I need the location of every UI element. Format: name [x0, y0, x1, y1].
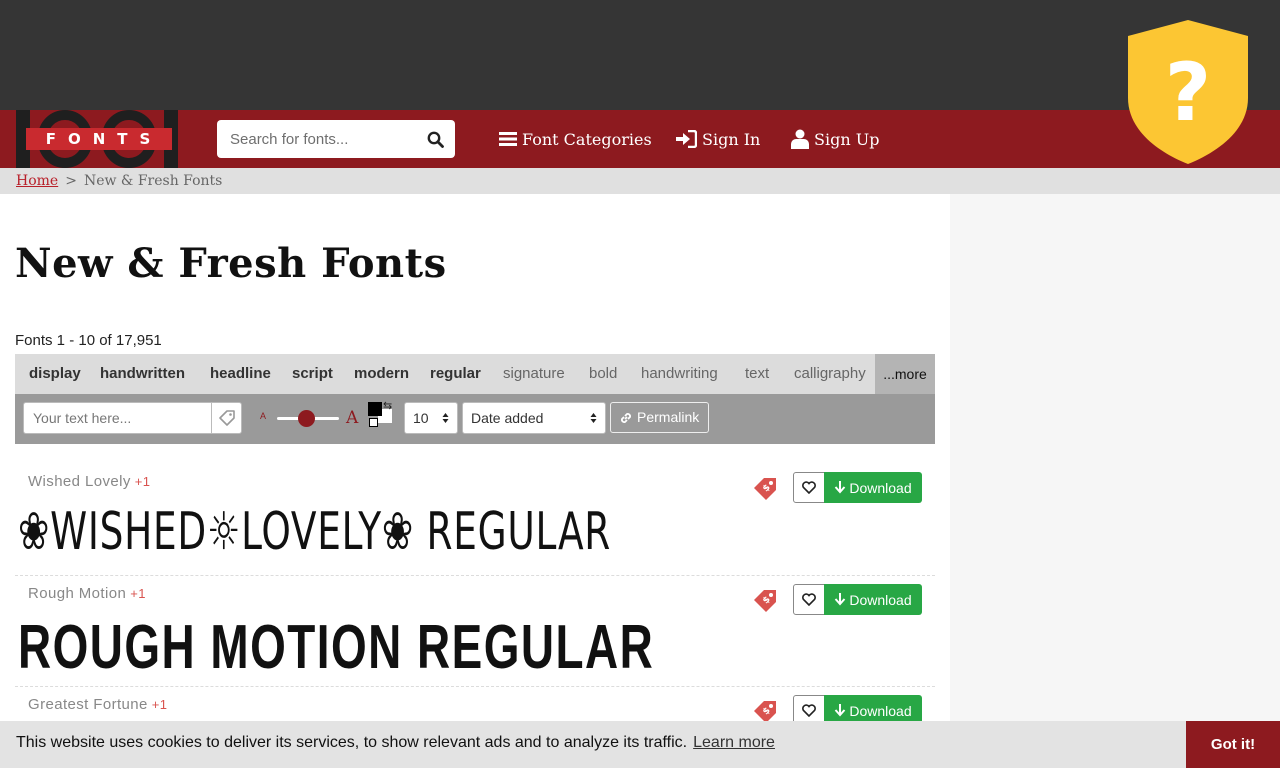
breadcrumb-separator: >	[65, 173, 77, 189]
breadcrumb: Home > New & Fresh Fonts	[0, 168, 1280, 194]
breadcrumb-home[interactable]: Home	[16, 173, 58, 189]
breadcrumb-current: New & Fresh Fonts	[83, 173, 223, 189]
tag-calligraphy[interactable]: calligraphy	[794, 354, 866, 394]
nav-sign-in-label: Sign In	[702, 129, 761, 149]
nav-font-categories-label: Font Categories	[522, 129, 652, 149]
logo-word: FONTS	[45, 130, 163, 148]
shield-glyph: ?	[1165, 46, 1211, 139]
favorite-button[interactable]	[793, 472, 825, 503]
download-label: Download	[849, 702, 912, 719]
tag-handwritten[interactable]: handwritten	[100, 354, 185, 394]
tags-more-button[interactable]: ...more	[875, 354, 935, 394]
cookie-learn-more-link[interactable]: Learn more	[693, 734, 775, 751]
tag-headline[interactable]: headline	[210, 354, 271, 394]
reset-colors-icon[interactable]	[369, 418, 378, 427]
nav-sign-up[interactable]: Sign Up	[791, 126, 879, 152]
per-page-select[interactable]: 10	[404, 402, 458, 434]
swap-colors-icon[interactable]: ⇆	[383, 399, 392, 412]
font-preview[interactable]: ROUGH MOTION REGULAR	[18, 612, 654, 683]
nav-sign-up-label: Sign Up	[814, 129, 880, 149]
menu-icon	[499, 132, 517, 146]
heart-icon	[802, 481, 816, 494]
cookie-banner: This website uses cookies to deliver its…	[0, 721, 1280, 768]
select-arrows-icon	[590, 413, 597, 423]
cookie-message: This website uses cookies to deliver its…	[16, 734, 775, 752]
download-icon	[835, 481, 846, 494]
shield-icon[interactable]: ?	[1126, 18, 1250, 166]
tag-modern[interactable]: modern	[354, 354, 409, 394]
per-page-value: 10	[413, 410, 429, 426]
download-label: Download	[849, 591, 912, 608]
nav-sign-in[interactable]: Sign In	[676, 126, 760, 152]
cookie-message-text: This website uses cookies to deliver its…	[16, 734, 688, 751]
sort-select[interactable]: Date added	[462, 402, 606, 434]
size-small-label: A	[260, 411, 267, 421]
download-button[interactable]: Download	[824, 472, 922, 503]
tag-text[interactable]: text	[745, 354, 769, 394]
page-title: New & Fresh Fonts	[15, 240, 447, 287]
download-label: Download	[849, 479, 912, 496]
nav-font-categories[interactable]: Font Categories	[499, 126, 652, 152]
font-name[interactable]: Greatest Fortune +1	[28, 696, 167, 713]
tags-icon	[218, 410, 235, 426]
tag-signature[interactable]: signature	[503, 354, 565, 394]
sign-in-icon	[676, 130, 697, 148]
tag-display[interactable]: display	[29, 354, 81, 394]
font-preview[interactable]: ❀WISHED☼LOVELY❀ REGULAR	[18, 502, 611, 562]
price-tag-icon[interactable]: $	[752, 476, 778, 502]
size-big-label: A	[346, 408, 359, 428]
text-color-swatch[interactable]	[368, 402, 382, 416]
favorite-button[interactable]	[793, 584, 825, 615]
heart-icon	[802, 704, 816, 717]
font-name[interactable]: Wished Lovely +1	[28, 473, 150, 490]
font-extra-count: +1	[134, 474, 151, 489]
link-icon	[621, 412, 631, 423]
font-name-label: Greatest Fortune	[28, 696, 148, 713]
search-input[interactable]	[217, 120, 417, 158]
size-slider-knob[interactable]	[298, 410, 315, 427]
download-icon	[835, 704, 846, 717]
tag-bold[interactable]: bold	[589, 354, 617, 394]
tag-bar: display handwritten headline script mode…	[15, 354, 935, 394]
font-extra-count: +1	[130, 586, 146, 601]
user-icon	[791, 129, 809, 149]
font-row: Wished Lovely +1 $ Download ❀WISHED☼LOVEL…	[15, 464, 935, 576]
search-box	[217, 120, 455, 158]
font-count: Fonts 1 - 10 of 17,951	[15, 332, 162, 349]
font-name[interactable]: Rough Motion +1	[28, 585, 146, 602]
preview-text-input[interactable]	[23, 402, 212, 434]
font-row: Rough Motion +1 $ Download ROUGH MOTION R…	[15, 576, 935, 687]
select-arrows-icon	[442, 413, 449, 423]
font-name-label: Rough Motion	[28, 585, 127, 602]
download-button[interactable]: Download	[824, 584, 922, 615]
sidebar	[950, 194, 1280, 768]
search-button[interactable]	[415, 120, 455, 158]
download-icon	[835, 593, 846, 606]
ad-banner	[0, 0, 1280, 110]
sort-value: Date added	[471, 410, 544, 426]
cookie-accept-button[interactable]: Got it!	[1186, 721, 1280, 768]
heart-icon	[802, 593, 816, 606]
price-tag-icon[interactable]: $	[752, 588, 778, 614]
tag-button[interactable]	[211, 402, 242, 434]
search-icon	[427, 131, 444, 148]
preview-toolbar: A A ⇆ 10 Date added Permalink	[15, 394, 935, 444]
tag-handwriting[interactable]: handwriting	[641, 354, 718, 394]
permalink-button[interactable]: Permalink	[610, 402, 709, 433]
tag-regular[interactable]: regular	[430, 354, 481, 394]
permalink-label: Permalink	[637, 409, 700, 425]
font-extra-count: +1	[151, 697, 168, 712]
tag-script[interactable]: script	[292, 354, 333, 394]
font-name-label: Wished Lovely	[28, 473, 131, 490]
site-logo[interactable]: FONTS	[16, 110, 178, 168]
